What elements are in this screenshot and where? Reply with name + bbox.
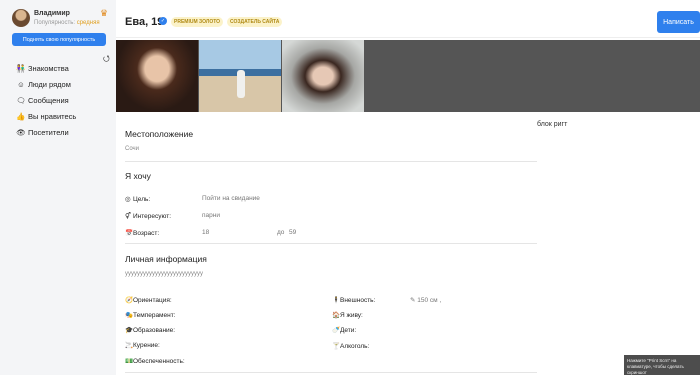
education-label: Образование: xyxy=(133,327,176,334)
profile-photo[interactable] xyxy=(116,40,198,112)
screenshot-toast: Нажмите "Print Scrn" на клавиатуре, чтоб… xyxy=(624,355,700,375)
goal-value: Пойти на свидание xyxy=(202,195,260,202)
sidebar-item-label: Вы нравитесь xyxy=(28,111,77,121)
orientation-label: Ориентация: xyxy=(133,297,172,304)
glass-icon: 🍸 xyxy=(332,343,341,350)
age-to: 59 xyxy=(289,229,297,236)
smoking-label: Курение: xyxy=(133,342,160,349)
sidebar-item-label: Сообщения xyxy=(28,95,69,105)
creator-badge: СОЗДАТЕЛЬ САЙТА xyxy=(227,17,283,27)
children-label: Дети: xyxy=(340,327,357,334)
sidebar-item-dating[interactable]: 👫 Знакомства xyxy=(16,60,76,76)
popularity-line: Популярность: средняя xyxy=(34,20,100,26)
sidebar-item-nearby[interactable]: ☺ Люди рядом xyxy=(16,76,76,92)
sidebar-item-likes[interactable]: 👍 Вы нравитесь xyxy=(16,108,76,124)
age-to-label: до xyxy=(277,229,285,236)
appearance-label: Внешность: xyxy=(340,297,376,304)
goal-label: Цель: xyxy=(133,196,151,203)
thumbs-up-icon: 👍 xyxy=(16,111,26,121)
app: Владимир ♛ Популярность: средняя Поднять… xyxy=(0,0,700,375)
age-row: 📅Возраст: xyxy=(125,229,159,237)
calendar-icon: 📅 xyxy=(125,230,134,237)
refresh-icon[interactable]: ⭯ xyxy=(103,53,110,67)
user-name[interactable]: Владимир xyxy=(34,10,70,17)
living-row: 🏠Я живу: xyxy=(332,311,363,319)
house-icon: 🏠 xyxy=(332,312,341,319)
orientation-row: 🧭Ориентация: xyxy=(125,296,172,304)
baby-bottle-icon: 🍼 xyxy=(332,327,341,334)
alcohol-label: Алкоголь: xyxy=(340,343,370,350)
profile-header: Ева, 19 ✓ PREMIUM ЗОЛОТО СОЗДАТЕЛЬ САЙТА… xyxy=(116,0,700,38)
gender-icon: ⚥ xyxy=(125,213,131,220)
divider xyxy=(125,161,537,162)
temperament-row: 🎭Темперамент: xyxy=(125,311,176,319)
right-block: блок ригт xyxy=(537,121,568,128)
personal-title: Личная информация xyxy=(125,254,207,264)
photo-person xyxy=(237,70,245,98)
money-icon: 💵 xyxy=(125,358,134,365)
location-title: Местоположение xyxy=(125,129,194,139)
interested-row: ⚥ Интересуют: xyxy=(125,212,171,220)
sidebar: Владимир ♛ Популярность: средняя Поднять… xyxy=(0,0,115,375)
crown-icon: ♛ xyxy=(100,8,109,18)
appearance-value: ✎ 150 см , xyxy=(410,296,441,304)
raise-popularity-button[interactable]: Поднять свою популярность xyxy=(12,33,106,46)
smoking-row: 🚬Курение: xyxy=(125,341,160,349)
age-label: Возраст: xyxy=(133,230,160,237)
sidebar-nav: 👫 Знакомства ☺ Люди рядом 🗨 Сообщения 👍 Вы н… xyxy=(16,60,76,140)
chat-icon: 🗨 xyxy=(16,95,26,105)
sidebar-item-messages[interactable]: 🗨 Сообщения xyxy=(16,92,76,108)
divider xyxy=(125,372,537,373)
sidebar-item-visitors[interactable]: 👁 Посетители xyxy=(16,124,76,140)
divider xyxy=(125,243,537,244)
mask-icon: 🎭 xyxy=(125,312,134,319)
write-message-button[interactable]: Написать xyxy=(657,11,700,33)
location-city: Сочи xyxy=(125,146,140,152)
education-row: 🎓Образование: xyxy=(125,326,175,334)
premium-badge: PREMIUM ЗОЛОТО xyxy=(171,17,224,27)
people-icon: 👫 xyxy=(16,63,26,73)
sidebar-item-label: Посетители xyxy=(28,127,69,137)
profile-title: Ева, 19 xyxy=(125,16,164,28)
ruler-icon: ✎ xyxy=(410,297,416,304)
popularity-label: Популярность: xyxy=(34,20,76,26)
living-label: Я живу: xyxy=(340,312,363,319)
profile-photo[interactable] xyxy=(199,40,281,112)
temperament-label: Темперамент: xyxy=(133,312,176,319)
about-text: уууууууууууууууууууууууууу xyxy=(125,271,203,277)
interested-label: Интересуют: xyxy=(133,213,172,220)
appearance-row: 🕴Внешность: xyxy=(332,296,375,304)
smile-icon: ☺ xyxy=(17,79,25,89)
height-value: 150 см , xyxy=(417,297,442,304)
cigarette-icon: 🚬 xyxy=(125,342,134,349)
photo-gallery xyxy=(116,40,700,112)
sidebar-item-label: Люди рядом xyxy=(28,79,71,89)
children-row: 🍼Дети: xyxy=(332,326,356,334)
age-from: 18 xyxy=(202,229,210,236)
verified-icon: ✓ xyxy=(159,17,167,25)
target-icon: ◎ xyxy=(125,196,131,203)
alcohol-row: 🍸Алкоголь: xyxy=(332,342,369,350)
interested-value: парни xyxy=(202,212,220,219)
figure-icon: 🕴 xyxy=(332,297,341,304)
profile-main: Ева, 19 ✓ PREMIUM ЗОЛОТО СОЗДАТЕЛЬ САЙТА… xyxy=(116,0,700,375)
profile-photo[interactable] xyxy=(282,40,364,112)
wealth-row: 💵Обеспеченность: xyxy=(125,357,185,365)
user-card[interactable]: Владимир ♛ Популярность: средняя xyxy=(12,8,112,33)
wealth-label: Обеспеченность: xyxy=(133,358,185,365)
avatar[interactable] xyxy=(12,9,30,27)
wants-title: Я хочу xyxy=(125,171,151,181)
eye-icon: 👁 xyxy=(16,127,26,137)
popularity-level: средняя xyxy=(76,20,100,26)
graduation-icon: 🎓 xyxy=(125,327,134,334)
compass-icon: 🧭 xyxy=(125,297,134,304)
sidebar-item-label: Знакомства xyxy=(28,63,69,73)
goal-row: ◎ Цель: xyxy=(125,195,150,203)
